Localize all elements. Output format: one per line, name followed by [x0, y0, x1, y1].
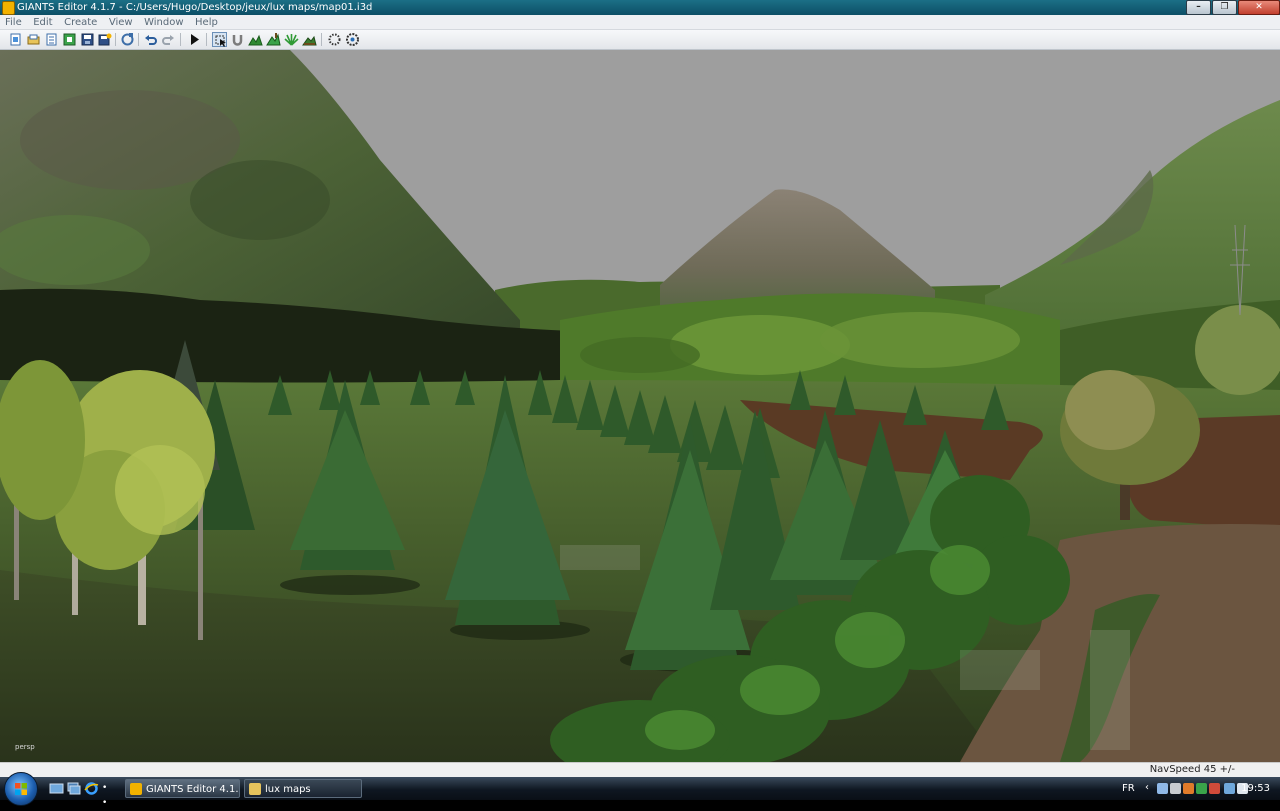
terrain-sculpt-icon[interactable]: [248, 32, 263, 47]
display-icon[interactable]: [1224, 783, 1235, 794]
terrain-smooth-icon[interactable]: [302, 32, 317, 47]
menu-help[interactable]: Help: [192, 16, 221, 30]
giants-app-icon: [130, 783, 142, 795]
quicklaunch-more-icon[interactable]: • •: [102, 781, 114, 808]
navspeed-readout: NavSpeed 45 +/-: [1149, 764, 1235, 775]
show-desktop-icon[interactable]: [49, 781, 64, 796]
menu-window[interactable]: Window: [141, 16, 186, 30]
language-indicator[interactable]: FR: [1122, 777, 1135, 800]
toolbar-separator: [138, 33, 139, 46]
folder-icon: [249, 783, 261, 795]
window-title: GIANTS Editor 4.1.7 - C:/Users/Hugo/Desk…: [17, 2, 373, 13]
settings-gear-icon[interactable]: [345, 32, 360, 47]
foliage-paint-icon[interactable]: [284, 32, 299, 47]
clock[interactable]: 19:53: [1241, 777, 1270, 800]
save-as-icon[interactable]: [97, 32, 112, 47]
title-bar: GIANTS Editor 4.1.7 - C:/Users/Hugo/Desk…: [0, 0, 1280, 15]
taskbar-item-label: GIANTS Editor 4.1.7 ...: [146, 784, 239, 795]
status-bar: NavSpeed 45 +/-: [0, 762, 1280, 777]
start-button[interactable]: [4, 772, 38, 806]
select-tool-icon[interactable]: [212, 32, 227, 47]
tray-app-icon[interactable]: [1196, 783, 1207, 794]
open-file-icon[interactable]: [26, 32, 41, 47]
3d-viewport[interactable]: persp: [0, 50, 1280, 762]
tray-expand-icon[interactable]: ‹: [1145, 782, 1156, 793]
new-file-icon[interactable]: [8, 32, 23, 47]
menu-view[interactable]: View: [106, 16, 136, 30]
taskbar-item-lux-maps[interactable]: lux maps: [244, 779, 362, 798]
magnet-tool-icon[interactable]: [230, 32, 245, 47]
redo-icon[interactable]: [161, 32, 176, 47]
tray-app-icon[interactable]: [1209, 783, 1220, 794]
import-icon[interactable]: [44, 32, 59, 47]
terrain-scene: [0, 50, 1280, 762]
window-controls: – ❐ ✕: [1185, 0, 1280, 15]
camera-label: persp: [15, 743, 35, 751]
toolbar-separator: [206, 33, 207, 46]
play-icon[interactable]: [187, 32, 202, 47]
toolbar: [0, 30, 1280, 50]
tray-app-icon[interactable]: [1170, 783, 1181, 794]
menu-bar: File Edit Create View Window Help: [0, 15, 1280, 30]
internet-explorer-icon[interactable]: [84, 781, 99, 796]
particle-icon[interactable]: [327, 32, 342, 47]
terrain-paint-icon[interactable]: [266, 32, 281, 47]
switch-windows-icon[interactable]: [66, 781, 81, 796]
taskbar-item-label: lux maps: [265, 784, 311, 795]
menu-edit[interactable]: Edit: [30, 16, 55, 30]
toolbar-separator: [180, 33, 181, 46]
windows-logo-icon: [15, 783, 27, 795]
menu-file[interactable]: File: [2, 16, 25, 30]
refresh-icon[interactable]: [120, 32, 135, 47]
toolbar-separator: [115, 33, 116, 46]
export-icon[interactable]: [62, 32, 77, 47]
toolbar-separator: [321, 33, 322, 46]
network-icon[interactable]: [1157, 783, 1168, 794]
menu-create[interactable]: Create: [61, 16, 100, 30]
save-icon[interactable]: [80, 32, 95, 47]
taskbar-item-giants-editor[interactable]: GIANTS Editor 4.1.7 ...: [125, 779, 240, 798]
tray-app-icon[interactable]: [1183, 783, 1194, 794]
giants-app-icon: [2, 1, 15, 15]
windows-taskbar: • • GIANTS Editor 4.1.7 ... lux maps FR …: [0, 772, 1280, 808]
close-button[interactable]: ✕: [1238, 0, 1280, 15]
maximize-button[interactable]: ❐: [1212, 0, 1237, 15]
undo-icon[interactable]: [143, 32, 158, 47]
minimize-button[interactable]: –: [1186, 0, 1211, 15]
